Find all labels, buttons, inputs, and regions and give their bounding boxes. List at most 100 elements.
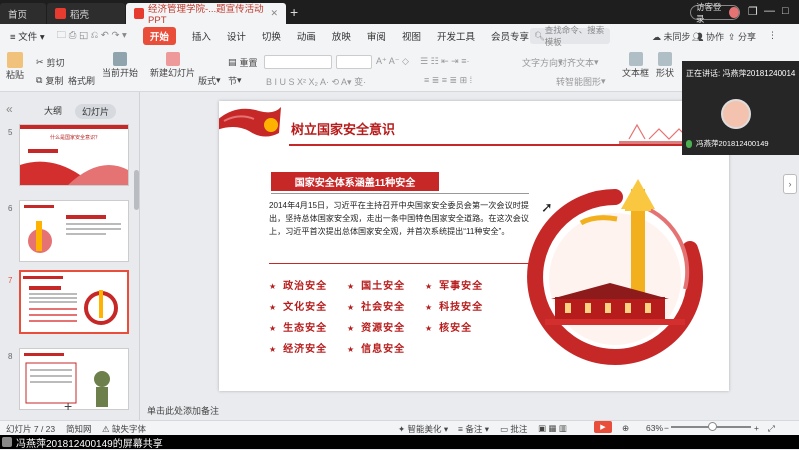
star-icon: ★ xyxy=(347,324,356,333)
screen-share-bar: 冯燕萍2018124001​49的屏幕共享 xyxy=(0,435,799,450)
security-item-politics[interactable]: ★ 政治安全 xyxy=(269,277,327,292)
file-menu[interactable]: ≡ 文件 ▾ xyxy=(10,29,45,43)
presenter-video-panel[interactable]: 正在讲话: 冯燕萍20181240014 冯燕萍2018124001​49 xyxy=(682,61,799,155)
restore-icon[interactable]: ❐ xyxy=(748,5,758,18)
textbox-label: 文本框 xyxy=(622,68,650,78)
menu-member[interactable]: 会员专享 xyxy=(491,29,529,43)
visitor-login-button[interactable]: 访客登录 xyxy=(690,2,740,24)
security-item-culture[interactable]: ★ 文化安全 xyxy=(269,298,327,313)
menu-animation[interactable]: 动画 xyxy=(297,29,316,43)
shape-icon xyxy=(658,52,672,66)
security-item-territory[interactable]: ★ 国土安全 xyxy=(347,277,405,292)
zoom-level[interactable]: 63% xyxy=(646,423,663,433)
tab-home[interactable]: 首页 xyxy=(0,3,46,24)
paste-button[interactable]: 粘贴 xyxy=(6,52,24,81)
reset-icon: ▤ xyxy=(228,57,237,67)
fit-window-icon[interactable]: ⤢ xyxy=(768,423,775,434)
notes-label: 备注 xyxy=(465,424,483,434)
notes-toggle-button[interactable]: ≡ 备注 ▾ xyxy=(458,423,489,435)
slide-thumb-7[interactable] xyxy=(19,270,129,334)
zoom-out-button[interactable]: ⊕ xyxy=(622,423,629,434)
view-mode-buttons[interactable]: ▣ ▦ ▥ xyxy=(538,423,567,434)
menu-developer[interactable]: 开发工具 xyxy=(437,29,475,43)
text-direction-button[interactable]: 文字方向 ▾ xyxy=(522,56,563,69)
zoom-slider-knob[interactable] xyxy=(708,422,717,431)
menu-slideshow[interactable]: 放映 xyxy=(332,29,351,43)
slide-thumb-5[interactable]: 什么是国家安全意识？ xyxy=(19,124,129,186)
zoom-minus-icon[interactable]: − xyxy=(664,423,669,433)
menu-start[interactable]: 开始 xyxy=(142,27,176,45)
slide-thumb-8[interactable] xyxy=(19,348,129,410)
menu-transition[interactable]: 切换 xyxy=(262,29,281,43)
font-size-buttons[interactable]: A⁺ A⁻ ◇ xyxy=(376,56,409,67)
security-item-economy[interactable]: ★ 经济安全 xyxy=(269,340,327,355)
slide-title[interactable]: 树立国家安全意识 xyxy=(291,119,395,138)
next-page-button[interactable]: › xyxy=(783,174,797,194)
notes-pane[interactable]: 单击此处添加备注 xyxy=(141,400,799,420)
menu-review[interactable]: 审阅 xyxy=(367,29,386,43)
align-buttons[interactable]: ≡ ≣ ≡ ≣ ⊞ ⁞ xyxy=(424,75,472,86)
smart-beautify-button[interactable]: ✦ 智能美化 ▾ xyxy=(398,423,448,435)
slide-subtitle[interactable]: 国家安全体系涵盖11种安全 xyxy=(271,172,439,191)
security-item-society[interactable]: ★ 社会安全 xyxy=(347,298,405,313)
format-painter-button[interactable]: 格式刷 xyxy=(68,74,95,87)
add-slide-icon[interactable]: + xyxy=(64,398,72,414)
share-bar-label: 冯燕萍2018124001​49的屏幕共享 xyxy=(16,438,163,450)
sync-status[interactable]: ☁ 未同步 xyxy=(652,30,691,43)
textbox-button[interactable]: 文本框 xyxy=(622,52,649,79)
share-label: 分享 xyxy=(738,32,757,42)
slide-canvas[interactable]: 树立国家安全意识 国家安全体系涵盖11种安全 2014年4月15日，习近平在主持… xyxy=(219,101,729,391)
font-size-select[interactable] xyxy=(336,55,372,69)
close-tab-icon[interactable]: ✕ xyxy=(270,8,278,19)
quick-access-icons[interactable]: 🗀 ⎙ ◱ ⎌ ↶ ↷ ▾ xyxy=(57,28,127,44)
command-search-input[interactable]: 🔍︎ 查找命令、搜索模板 xyxy=(530,25,610,47)
copy-button[interactable]: ⧉ 复制 xyxy=(36,74,63,87)
missing-font-button[interactable]: ⚠ 缺失字体 xyxy=(102,423,146,435)
reset-button[interactable]: ▤ 重置 xyxy=(228,56,258,69)
tab-document[interactable]: 经济管理学院-...题宣传活动PPT ✕ xyxy=(126,3,286,26)
cut-button[interactable]: ✂ 剪切 xyxy=(36,56,65,69)
minimize-icon[interactable]: — xyxy=(764,5,775,17)
menu-insert[interactable]: 插入 xyxy=(192,29,211,43)
menu-design[interactable]: 设计 xyxy=(227,29,246,43)
play-slideshow-button[interactable]: ▶ xyxy=(594,421,612,433)
text-format-buttons[interactable]: B I U S X² X₂ A· ⟲ A▾ 变· xyxy=(266,75,366,88)
security-item-resources[interactable]: ★ 资源安全 xyxy=(347,319,405,334)
subtitle-underline xyxy=(271,193,529,194)
slides-tab[interactable]: 幻灯片 xyxy=(75,104,117,119)
slide-body-text[interactable]: 2014年4月15日，习近平在主持召开中央国家安全委员会第一次会议时提出，坚持总… xyxy=(269,199,529,238)
zoom-plus-icon[interactable]: + xyxy=(754,423,759,433)
font-family-select[interactable] xyxy=(264,55,332,69)
share-button[interactable]: ⇪ 分享 xyxy=(728,30,756,43)
security-item-technology[interactable]: ★ 科技安全 xyxy=(425,298,483,313)
shape-label: 形状 xyxy=(656,68,675,78)
collaborate-button[interactable]: 👥︎ 协作 xyxy=(692,30,724,43)
security-item-information[interactable]: ★ 信息安全 xyxy=(347,340,405,355)
scissors-icon: ✂ xyxy=(36,57,44,67)
align-text-button[interactable]: 对齐文本 ▾ xyxy=(558,56,599,69)
security-item-ecology[interactable]: ★ 生态安全 xyxy=(269,319,327,334)
security-label: 社会安全 xyxy=(361,302,406,313)
thumbnail-scrollbar[interactable] xyxy=(134,170,139,210)
more-icon[interactable]: ⋮ xyxy=(768,30,777,41)
collapse-panel-icon[interactable]: « xyxy=(6,102,13,116)
outline-tab[interactable]: 大纲 xyxy=(44,104,62,117)
slide-thumb-6[interactable] xyxy=(19,200,129,262)
security-item-nuclear[interactable]: ★ 核安全 xyxy=(425,319,472,334)
tab-docer[interactable]: 稻壳 xyxy=(47,3,125,24)
menu-view[interactable]: 视图 xyxy=(402,29,421,43)
layout-button[interactable]: 版式 ▾ xyxy=(198,74,221,87)
maximize-icon[interactable]: □ xyxy=(782,5,789,17)
start-from-current-button[interactable]: 当前开始 xyxy=(102,52,138,79)
new-tab-icon[interactable]: + xyxy=(290,4,298,20)
paragraph-buttons[interactable]: ☰ ☷ ⇤ ⇥ ≡· xyxy=(420,56,469,67)
paste-label: 粘贴 xyxy=(6,70,25,80)
shape-button[interactable]: 形状 xyxy=(656,52,674,79)
convert-smartart-button[interactable]: 转智能图形 ▾ xyxy=(556,75,606,88)
section-label: 节 xyxy=(228,76,238,86)
security-item-military[interactable]: ★ 军事安全 xyxy=(425,277,483,292)
section-button[interactable]: 节 ▾ xyxy=(228,74,242,87)
comment-button[interactable]: ▭ 批注 xyxy=(500,423,527,435)
new-slide-button[interactable]: 新建幻灯片 xyxy=(150,52,195,79)
theme-name[interactable]: 简知网 xyxy=(66,423,92,435)
